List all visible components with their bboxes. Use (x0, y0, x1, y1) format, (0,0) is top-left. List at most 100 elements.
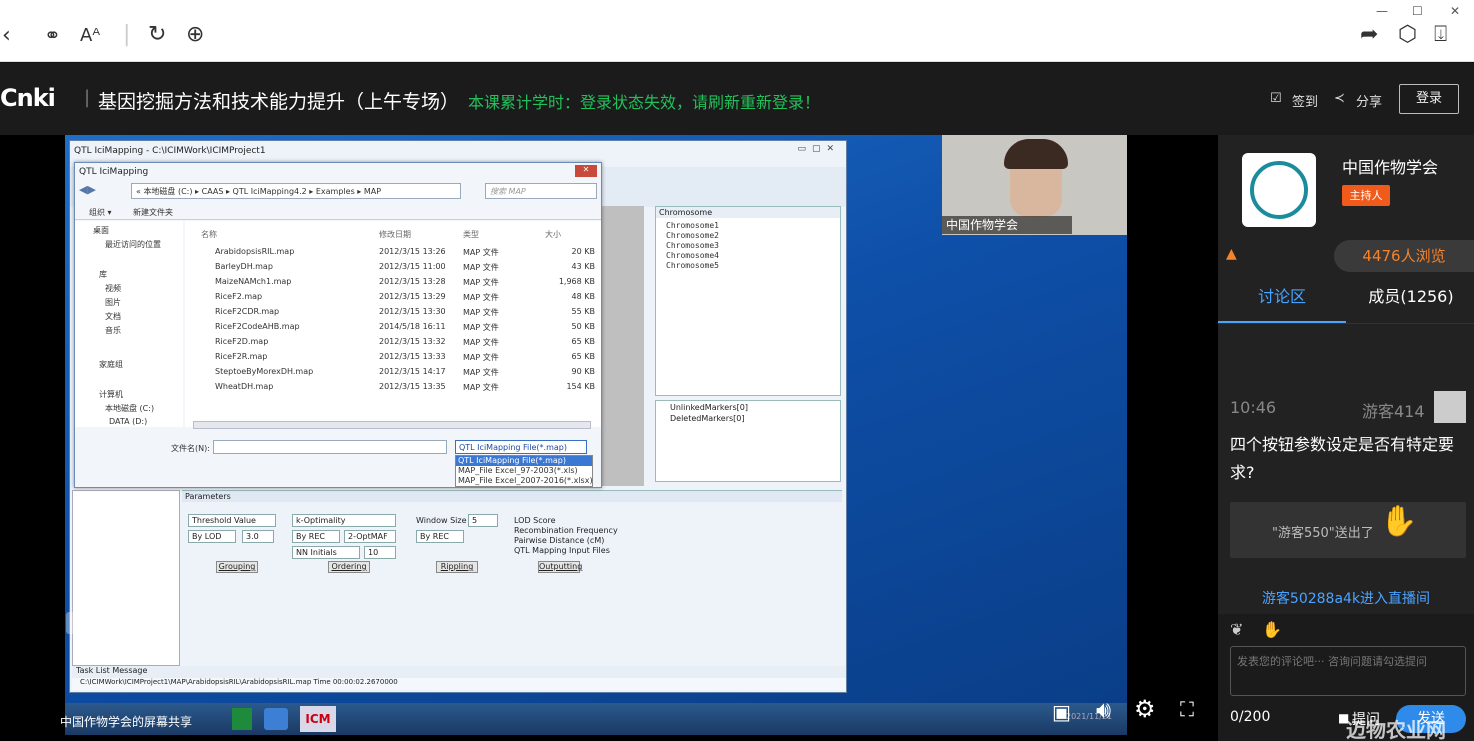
window-size-input[interactable]: 5 (468, 514, 498, 527)
close-icon[interactable]: ✕ (1450, 0, 1460, 22)
file-row[interactable]: WheatDH.map 2012/3/15 13:35 MAP 文件 154 KB (215, 382, 595, 397)
file-row[interactable]: RiceF2CodeAHB.map 2014/5/18 16:11 MAP 文件 50… (215, 322, 595, 337)
sidebar-item[interactable]: 最近访问的位置 (105, 239, 161, 250)
address-bar[interactable]: « 本地磁盘 (C:) ▸ CAAS ▸ QTL IciMapping4.2 ▸… (131, 183, 461, 199)
app-window-controls[interactable]: ▭▢✕ (797, 144, 840, 154)
picture-in-picture-icon[interactable]: ▣ (1052, 700, 1071, 724)
opt-maf-select[interactable]: 2-OptMAF (344, 530, 396, 543)
sidebar-item[interactable]: 家庭组 (99, 359, 123, 370)
filter-option[interactable]: QTL IciMapping File(*.map) (456, 456, 592, 466)
login-button[interactable]: 登录 (1399, 84, 1459, 114)
fullscreen-icon[interactable]: ⛶ (1180, 697, 1194, 721)
by-lod-select[interactable]: By LOD (188, 530, 236, 543)
hand-icon[interactable]: ✋ (1262, 620, 1282, 639)
box-icon[interactable]: ⬡ (1398, 24, 1417, 46)
file-type-select[interactable]: QTL IciMapping File(*.map) (455, 440, 587, 454)
flower-icon[interactable]: ❦ (1230, 620, 1243, 639)
filter-option[interactable]: MAP_File Excel_97-2003(*.xls) (456, 466, 592, 476)
link-icon[interactable]: ⚭ (44, 24, 61, 46)
threshold-select[interactable]: Threshold Value (188, 514, 276, 527)
menu-overlay-icon[interactable]: ☰ (66, 612, 92, 634)
chromosome-item[interactable]: Chromosome1 (666, 221, 830, 231)
col-date[interactable]: 修改日期 (379, 229, 411, 240)
status-tabs[interactable]: Task List Message (72, 666, 846, 678)
maximize-icon[interactable]: ☐ (1412, 0, 1423, 22)
file-row[interactable]: RiceF2CDR.map 2012/3/15 13:30 MAP 文件 55 KB (215, 307, 595, 322)
col-size[interactable]: 大小 (545, 229, 561, 240)
text-size-icon[interactable]: Aᴬ (80, 25, 100, 47)
tab-discussion[interactable]: 讨论区 (1218, 283, 1346, 323)
sidebar-item[interactable]: DATA (D:) (109, 417, 147, 426)
sidebar-item[interactable]: 音乐 (105, 325, 121, 336)
status-line: C:\ICIMWork\ICIMProject1\MAP\Arabidopsis… (72, 678, 846, 690)
marker-item[interactable]: UnlinkedMarkers[0] (656, 401, 840, 414)
signin-button[interactable]: 签到 (1292, 91, 1318, 110)
sidebar-item[interactable]: 本地磁盘 (C:) (105, 403, 154, 414)
file-row[interactable]: SteptoeByMorexDH.map 2012/3/15 14:17 MAP 文… (215, 367, 595, 382)
gift-text: "游客550"送出了 (1272, 526, 1374, 541)
col-name[interactable]: 名称 (201, 229, 217, 240)
nn-value-input[interactable]: 10 (364, 546, 396, 559)
tab-members[interactable]: 成员(1256) (1348, 283, 1474, 323)
file-row[interactable]: MaizeNAMch1.map 2012/3/15 13:28 MAP 文件 1,96… (215, 277, 595, 292)
chromosome-item[interactable]: Chromosome2 (666, 231, 830, 241)
settings-icon[interactable]: ⚙ (1134, 697, 1156, 721)
study-status-text[interactable]: 本课累计学时：登录状态失效，请刷新重新登录！ (468, 89, 820, 113)
share-icon[interactable]: ➦ (1360, 24, 1378, 46)
file-row[interactable]: BarleyDH.map 2012/3/15 11:00 MAP 文件 43 KB (215, 262, 595, 277)
file-row[interactable]: RiceF2.map 2012/3/15 13:29 MAP 文件 48 KB (215, 292, 595, 307)
rippling-button[interactable]: Rippling (436, 561, 478, 573)
comment-input[interactable]: 发表您的评论吧··· 咨询问题请勾选提问 (1230, 646, 1466, 696)
sidebar-item[interactable]: 文档 (105, 311, 121, 322)
download-icon[interactable]: ⍗ (1434, 24, 1447, 46)
sidebar-item[interactable]: 库 (99, 269, 107, 280)
pairwise-check[interactable]: Pairwise Distance (cM) (514, 536, 604, 545)
by-rec-select[interactable]: By REC (292, 530, 340, 543)
nav-back-icon[interactable]: ◀▶ (79, 183, 105, 199)
minimize-icon[interactable]: — (1376, 0, 1388, 22)
excel-taskbar-icon[interactable] (232, 708, 252, 730)
col-type[interactable]: 类型 (463, 229, 479, 240)
icim-taskbar-icon[interactable]: ICM (300, 706, 336, 732)
sidebar-item[interactable]: 桌面 (93, 225, 109, 236)
file-row[interactable]: RiceF2R.map 2012/3/15 13:33 MAP 文件 65 KB (215, 352, 595, 367)
search-input[interactable]: 搜索 MAP (485, 183, 597, 199)
message-username: 游客414 (1362, 402, 1425, 421)
lod-value-input[interactable]: 3.0 (242, 530, 274, 543)
filter-option[interactable]: MAP_File Excel_2007-2016(*.xlsx) (456, 476, 593, 486)
k-optimality-select[interactable]: k-Optimality (292, 514, 396, 527)
signin-icon[interactable]: ☑ (1270, 91, 1282, 106)
volume-icon[interactable]: 🔊︎ (1096, 698, 1111, 722)
dialog-close-button[interactable]: ✕ (575, 165, 597, 177)
refresh-icon[interactable]: ↻ (148, 24, 166, 46)
chromosome-item[interactable]: Chromosome3 (666, 241, 830, 251)
share-button[interactable]: 分享 (1356, 91, 1382, 110)
share-nodes-icon[interactable]: ≺ (1334, 91, 1345, 106)
chromosome-item[interactable]: Chromosome4 (666, 251, 830, 261)
cnki-logo[interactable]: Cnki (0, 84, 56, 112)
new-folder-button[interactable]: 新建文件夹 (133, 207, 173, 218)
by-rec-select-2[interactable]: By REC (416, 530, 464, 543)
collapse-up-icon[interactable]: ▲ (1226, 246, 1237, 262)
sidebar-item[interactable]: 计算机 (99, 389, 123, 400)
chromosome-item[interactable]: Chromosome5 (666, 261, 830, 271)
qtl-input-check[interactable]: QTL Mapping Input Files (514, 546, 610, 555)
header-divider: | (84, 87, 91, 108)
sidebar-item[interactable]: 图片 (105, 297, 121, 308)
horizontal-scrollbar[interactable] (193, 421, 591, 429)
file-row[interactable]: ArabidopsisRIL.map 2012/3/15 13:26 MAP 文件 2… (215, 247, 595, 262)
globe-icon[interactable]: ⊕ (186, 24, 204, 46)
nn-initials-select[interactable]: NN Initials (292, 546, 360, 559)
outputting-button[interactable]: Outputting (538, 561, 582, 573)
app-taskbar-icon[interactable] (264, 708, 288, 730)
file-row[interactable]: RiceF2D.map 2012/3/15 13:32 MAP 文件 65 KB (215, 337, 595, 352)
grouping-button[interactable]: Grouping (216, 561, 258, 573)
marker-item[interactable]: DeletedMarkers[0] (656, 414, 840, 423)
lod-score-check[interactable]: LOD Score (514, 516, 556, 525)
organize-button[interactable]: 组织 ▾ (89, 207, 112, 218)
recombination-check[interactable]: Recombination Frequency (514, 526, 618, 535)
sidebar-item[interactable]: 视频 (105, 283, 121, 294)
filename-input[interactable] (213, 440, 447, 454)
ordering-button[interactable]: Ordering (328, 561, 370, 573)
back-icon[interactable]: ‹ (2, 25, 11, 47)
